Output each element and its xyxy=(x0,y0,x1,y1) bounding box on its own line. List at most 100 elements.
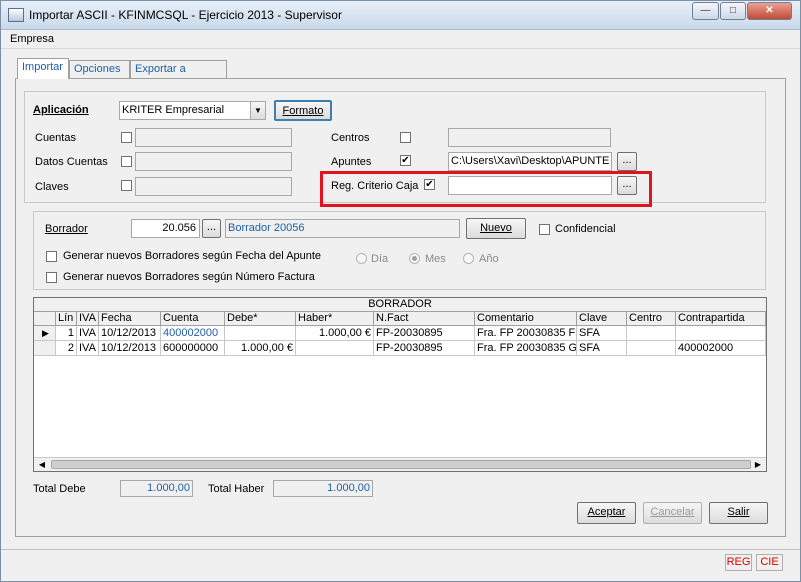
claves-field[interactable] xyxy=(135,177,292,196)
scroll-left-icon[interactable]: ◀ xyxy=(36,459,48,470)
grid-indicator-header xyxy=(34,312,56,326)
aplicacion-select[interactable]: KRITER Empresarial ▼ xyxy=(119,101,266,120)
grid-cell[interactable]: 600000000 xyxy=(161,341,225,356)
grid-cell[interactable] xyxy=(225,326,296,341)
grid-header-centro[interactable]: Centro xyxy=(627,312,676,326)
datos-cuentas-label: Datos Cuentas xyxy=(35,156,108,168)
apuntes-browse-button[interactable]: ... xyxy=(617,152,637,171)
radio-ano[interactable] xyxy=(463,253,474,264)
confidencial-label: Confidencial xyxy=(555,223,616,235)
scroll-thumb[interactable] xyxy=(51,460,751,469)
grid-header-haber[interactable]: Haber* xyxy=(296,312,374,326)
grid-cell[interactable]: IVA xyxy=(77,326,99,341)
radio-ano-label: Año xyxy=(479,253,499,265)
title-bar[interactable]: Importar ASCII - KFINMCSQL - Ejercicio 2… xyxy=(1,1,800,30)
gen-fecha-label: Generar nuevos Borradores según Fecha de… xyxy=(63,250,322,262)
row-pointer-icon: ▶ xyxy=(34,326,56,341)
radio-mes[interactable] xyxy=(409,253,420,264)
total-debe-field: 1.000,00 xyxy=(120,480,193,497)
aplicacion-value: KRITER Empresarial xyxy=(122,104,225,116)
salir-button[interactable]: Salir xyxy=(709,502,768,524)
cuentas-field[interactable] xyxy=(135,128,292,147)
scroll-right-icon[interactable]: ▶ xyxy=(752,459,764,470)
nuevo-button[interactable]: Nuevo xyxy=(466,218,526,239)
gen-fecha-checkbox[interactable] xyxy=(46,251,57,262)
radio-mes-label: Mes xyxy=(425,253,446,265)
grid-cell[interactable]: Fra. FP 20030835 F xyxy=(475,326,577,341)
grid-header-nfact[interactable]: N.Fact xyxy=(374,312,475,326)
grid-header-cuenta[interactable]: Cuenta xyxy=(161,312,225,326)
grid-cell[interactable]: SFA xyxy=(577,326,627,341)
tab-exportar-a3soc[interactable]: Exportar a A3SOC xyxy=(130,60,227,92)
borrador-number-field[interactable]: 20.056 xyxy=(131,219,200,238)
borrador-label: Borrador xyxy=(45,223,88,235)
grid-cell[interactable]: 400002000 xyxy=(161,326,225,341)
grid-cell[interactable]: 10/12/2013 xyxy=(99,326,161,341)
row-indicator xyxy=(34,341,56,356)
formato-button[interactable]: Formato xyxy=(274,100,332,121)
aplicacion-label: Aplicación xyxy=(33,104,89,116)
borrador-browse-button[interactable]: ... xyxy=(202,219,221,238)
gen-factura-label: Generar nuevos Borradores según Número F… xyxy=(63,271,315,283)
app-icon xyxy=(8,8,24,22)
menu-empresa[interactable]: Empresa xyxy=(10,33,54,45)
grid-cell[interactable]: 10/12/2013 xyxy=(99,341,161,356)
total-haber-field: 1.000,00 xyxy=(273,480,373,497)
grid-cell[interactable] xyxy=(627,341,676,356)
grid-cell[interactable]: FP-20030895 xyxy=(374,326,475,341)
grid-cell[interactable]: 1 xyxy=(56,326,77,341)
grid-cell[interactable] xyxy=(296,341,374,356)
gen-factura-checkbox[interactable] xyxy=(46,272,57,283)
apuntes-path-field[interactable]: C:\Users\Xavi\Desktop\APUNTE xyxy=(448,152,612,171)
minimize-button[interactable]: — xyxy=(692,2,719,20)
total-haber-label: Total Haber xyxy=(208,483,265,495)
grid-title: BORRADOR xyxy=(34,298,766,312)
grid-cell[interactable] xyxy=(627,326,676,341)
grid-header-iva[interactable]: IVA xyxy=(77,312,99,326)
horizontal-scrollbar[interactable]: ◀ ▶ xyxy=(34,457,766,471)
centros-checkbox[interactable] xyxy=(400,132,411,143)
status-cie-badge: CIE xyxy=(756,554,783,571)
close-button[interactable]: ✕ xyxy=(747,2,792,20)
grid-header-contrapartida[interactable]: Contrapartida xyxy=(676,312,766,326)
aceptar-button[interactable]: Aceptar xyxy=(577,502,636,524)
window-title: Importar ASCII - KFINMCSQL - Ejercicio 2… xyxy=(29,8,342,22)
grid-cell[interactable]: 1.000,00 € xyxy=(225,341,296,356)
radio-dia-label: Día xyxy=(371,253,389,265)
grid-header-comentario[interactable]: Comentario xyxy=(475,312,577,326)
radio-dia[interactable] xyxy=(356,253,367,264)
grid-header-lin[interactable]: Lín xyxy=(56,312,77,326)
cuentas-checkbox[interactable] xyxy=(121,132,132,143)
datos-cuentas-checkbox[interactable] xyxy=(121,156,132,167)
grid-cell[interactable]: 1.000,00 € xyxy=(296,326,374,341)
grid-cell[interactable]: SFA xyxy=(577,341,627,356)
grid-cell[interactable]: 400002000 xyxy=(676,341,766,356)
main-window: Importar ASCII - KFINMCSQL - Ejercicio 2… xyxy=(0,0,801,582)
borrador-grid[interactable]: BORRADOR Lín IVA Fecha Cuenta Debe* Habe… xyxy=(33,297,767,472)
grid-cell[interactable] xyxy=(676,326,766,341)
tab-opciones[interactable]: Opciones xyxy=(69,60,130,79)
status-reg-badge: REG xyxy=(725,554,752,571)
grid-header-clave[interactable]: Clave xyxy=(577,312,627,326)
maximize-button[interactable]: □ xyxy=(720,2,746,20)
datos-cuentas-field[interactable] xyxy=(135,152,292,171)
menu-bar: Empresa xyxy=(1,31,800,49)
grid-cell[interactable]: FP-20030895 xyxy=(374,341,475,356)
grid-header-debe[interactable]: Debe* xyxy=(225,312,296,326)
centros-field[interactable] xyxy=(448,128,611,147)
tab-importar[interactable]: Importar xyxy=(17,58,69,79)
grid-cell[interactable]: 2 xyxy=(56,341,77,356)
grid-cell[interactable]: Fra. FP 20030835 G. xyxy=(475,341,577,356)
grid-cell[interactable]: IVA xyxy=(77,341,99,356)
apuntes-checkbox[interactable]: ✔ xyxy=(400,155,411,166)
claves-checkbox[interactable] xyxy=(121,180,132,191)
borrador-description-field[interactable]: Borrador 20056 xyxy=(225,219,460,238)
claves-label: Claves xyxy=(35,181,69,193)
grid-header-fecha[interactable]: Fecha xyxy=(99,312,161,326)
confidencial-checkbox[interactable] xyxy=(539,224,550,235)
total-debe-label: Total Debe xyxy=(33,483,86,495)
cuentas-label: Cuentas xyxy=(35,132,76,144)
cancelar-button[interactable]: Cancelar xyxy=(643,502,702,524)
highlight-box xyxy=(320,171,652,207)
chevron-down-icon[interactable]: ▼ xyxy=(250,102,265,119)
